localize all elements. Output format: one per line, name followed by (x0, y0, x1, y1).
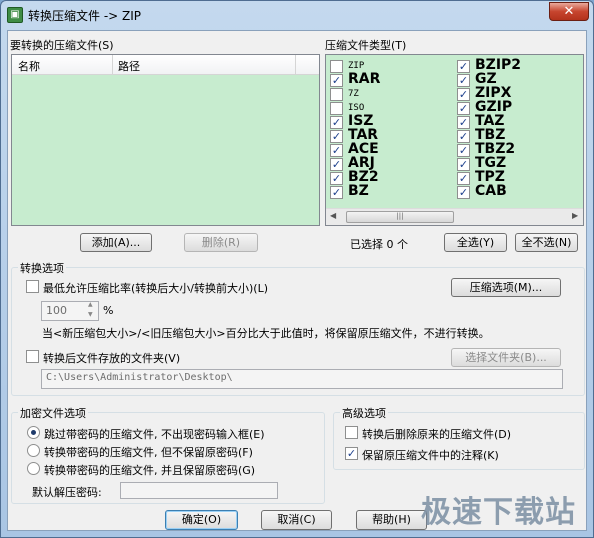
close-button[interactable]: ✕ (549, 2, 589, 21)
archive-type-checkbox[interactable]: ✓ (457, 74, 470, 87)
add-button[interactable]: 添加(A)... (80, 233, 152, 252)
scroll-right-icon[interactable]: ▶ (572, 211, 578, 220)
dest-folder-label: 转换后文件存放的文件夹(V) (43, 352, 181, 365)
column-separator (295, 55, 296, 75)
archive-type-checkbox[interactable]: ✓ (457, 144, 470, 157)
spin-down-icon[interactable]: ▼ (88, 311, 93, 318)
archive-type-label: BZ (348, 183, 369, 199)
convert-options-title: 转换选项 (18, 260, 66, 276)
select-none-button[interactable]: 全不选(N) (515, 233, 578, 252)
source-files-label: 要转换的压缩文件(S) (10, 39, 114, 52)
archive-type-checkbox[interactable]: ✓ (330, 158, 343, 171)
archive-type-checkbox[interactable]: ✓ (457, 88, 470, 101)
dest-path-value: C:\Users\Administrator\Desktop\ (46, 372, 233, 383)
archive-type-checkbox[interactable]: ✓ (330, 116, 343, 129)
column-name[interactable]: 名称 (18, 58, 40, 74)
ratio-spinner[interactable]: 100 ▲ ▼ (41, 301, 99, 321)
help-button[interactable]: 帮助(H) (356, 510, 427, 530)
list-header: 名称 路径 (12, 55, 319, 75)
app-icon: ▣ (7, 7, 23, 23)
default-password-label: 默认解压密码: (32, 486, 102, 499)
scroll-thumb[interactable]: ||| (346, 211, 454, 223)
encryption-radio-label: 转换带密码的压缩文件, 但不保留原密码(F) (44, 446, 253, 459)
dialog-client-area: 要转换的压缩文件(S) 名称 路径 添加(A)... 删除(R) 压缩文件类型(… (7, 30, 587, 531)
watermark-text: 极速下载站 (421, 495, 576, 530)
archive-type-checkbox[interactable] (330, 102, 343, 115)
archive-type-checkbox[interactable]: ✓ (457, 186, 470, 199)
archive-type-checkbox[interactable] (330, 88, 343, 101)
archive-types-list[interactable]: ZIP ✓ RAR 7Z ISO ✓ ISZ ✓ TAR ✓ ACE ✓ ARJ ✓ BZ2 ✓ BZ ✓ BZI… (325, 54, 584, 226)
selected-count: 已选择 0 个 (350, 238, 408, 251)
column-path[interactable]: 路径 (118, 58, 140, 74)
encryption-radio[interactable] (27, 426, 40, 439)
archive-type-checkbox[interactable]: ✓ (330, 186, 343, 199)
archive-type-checkbox[interactable] (330, 60, 343, 73)
ratio-hint: 当<新压缩包大小>/<旧压缩包大小>百分比大于此值时，将保留原压缩文件，不进行转… (42, 327, 490, 340)
default-password-field[interactable] (120, 482, 278, 499)
archive-type-checkbox[interactable]: ✓ (457, 158, 470, 171)
delete-original-label: 转换后删除原来的压缩文件(D) (362, 428, 512, 441)
archive-type-label: ISO (348, 103, 365, 113)
encryption-radio[interactable] (27, 444, 40, 457)
archive-type-checkbox[interactable]: ✓ (330, 74, 343, 87)
archive-type-label: ZIP (348, 61, 365, 71)
ratio-unit: % (103, 304, 114, 317)
title-bar[interactable]: ▣ 转换压缩文件 -> ZIP ✕ (1, 1, 593, 29)
archive-type-label: RAR (348, 71, 381, 87)
min-ratio-label: 最低允许压缩比率(转换后大小/转换前大小)(L) (43, 282, 268, 295)
spin-up-icon[interactable]: ▲ (88, 301, 93, 308)
window-title: 转换压缩文件 -> ZIP (28, 9, 142, 23)
dest-path-field[interactable]: C:\Users\Administrator\Desktop\ (41, 369, 563, 389)
encryption-title: 加密文件选项 (18, 405, 88, 421)
delete-original-checkbox[interactable] (345, 426, 358, 439)
archive-types-label: 压缩文件类型(T) (325, 39, 407, 52)
dialog-window: ▣ 转换压缩文件 -> ZIP ✕ 要转换的压缩文件(S) 名称 路径 添加(A… (0, 0, 594, 538)
encryption-radio-label: 转换带密码的压缩文件, 并且保留原密码(G) (44, 464, 256, 477)
archive-type-checkbox[interactable]: ✓ (330, 144, 343, 157)
encryption-radio-label: 跳过带密码的压缩文件, 不出现密码输入框(E) (44, 428, 265, 441)
advanced-title: 高级选项 (340, 405, 388, 421)
archive-type-checkbox[interactable]: ✓ (457, 172, 470, 185)
dest-folder-checkbox[interactable] (26, 350, 39, 363)
ratio-value: 100 (46, 304, 67, 317)
archive-type-checkbox[interactable]: ✓ (457, 102, 470, 115)
keep-comment-checkbox[interactable]: ✓ (345, 447, 358, 460)
scroll-left-icon[interactable]: ◀ (330, 211, 336, 220)
min-ratio-checkbox[interactable] (26, 280, 39, 293)
archive-types-hscrollbar[interactable]: ◀ ||| ▶ (326, 208, 583, 225)
choose-folder-button[interactable]: 选择文件夹(B)... (451, 348, 561, 367)
archive-type-checkbox[interactable]: ✓ (330, 172, 343, 185)
archive-type-checkbox[interactable]: ✓ (457, 60, 470, 73)
compress-options-button[interactable]: 压缩选项(M)... (451, 278, 561, 297)
archive-type-checkbox[interactable]: ✓ (457, 116, 470, 129)
archive-type-checkbox[interactable]: ✓ (330, 130, 343, 143)
remove-button[interactable]: 删除(R) (184, 233, 258, 252)
source-files-list[interactable]: 名称 路径 (11, 54, 320, 226)
ok-button[interactable]: 确定(O) (165, 510, 238, 530)
archive-type-label: 7Z (348, 89, 359, 99)
encryption-radio[interactable] (27, 462, 40, 475)
column-separator (112, 55, 113, 75)
keep-comment-label: 保留原压缩文件中的注释(K) (362, 449, 499, 462)
archive-type-checkbox[interactable]: ✓ (457, 130, 470, 143)
cancel-button[interactable]: 取消(C) (261, 510, 332, 530)
select-all-button[interactable]: 全选(Y) (444, 233, 507, 252)
archive-type-label: CAB (475, 183, 507, 199)
